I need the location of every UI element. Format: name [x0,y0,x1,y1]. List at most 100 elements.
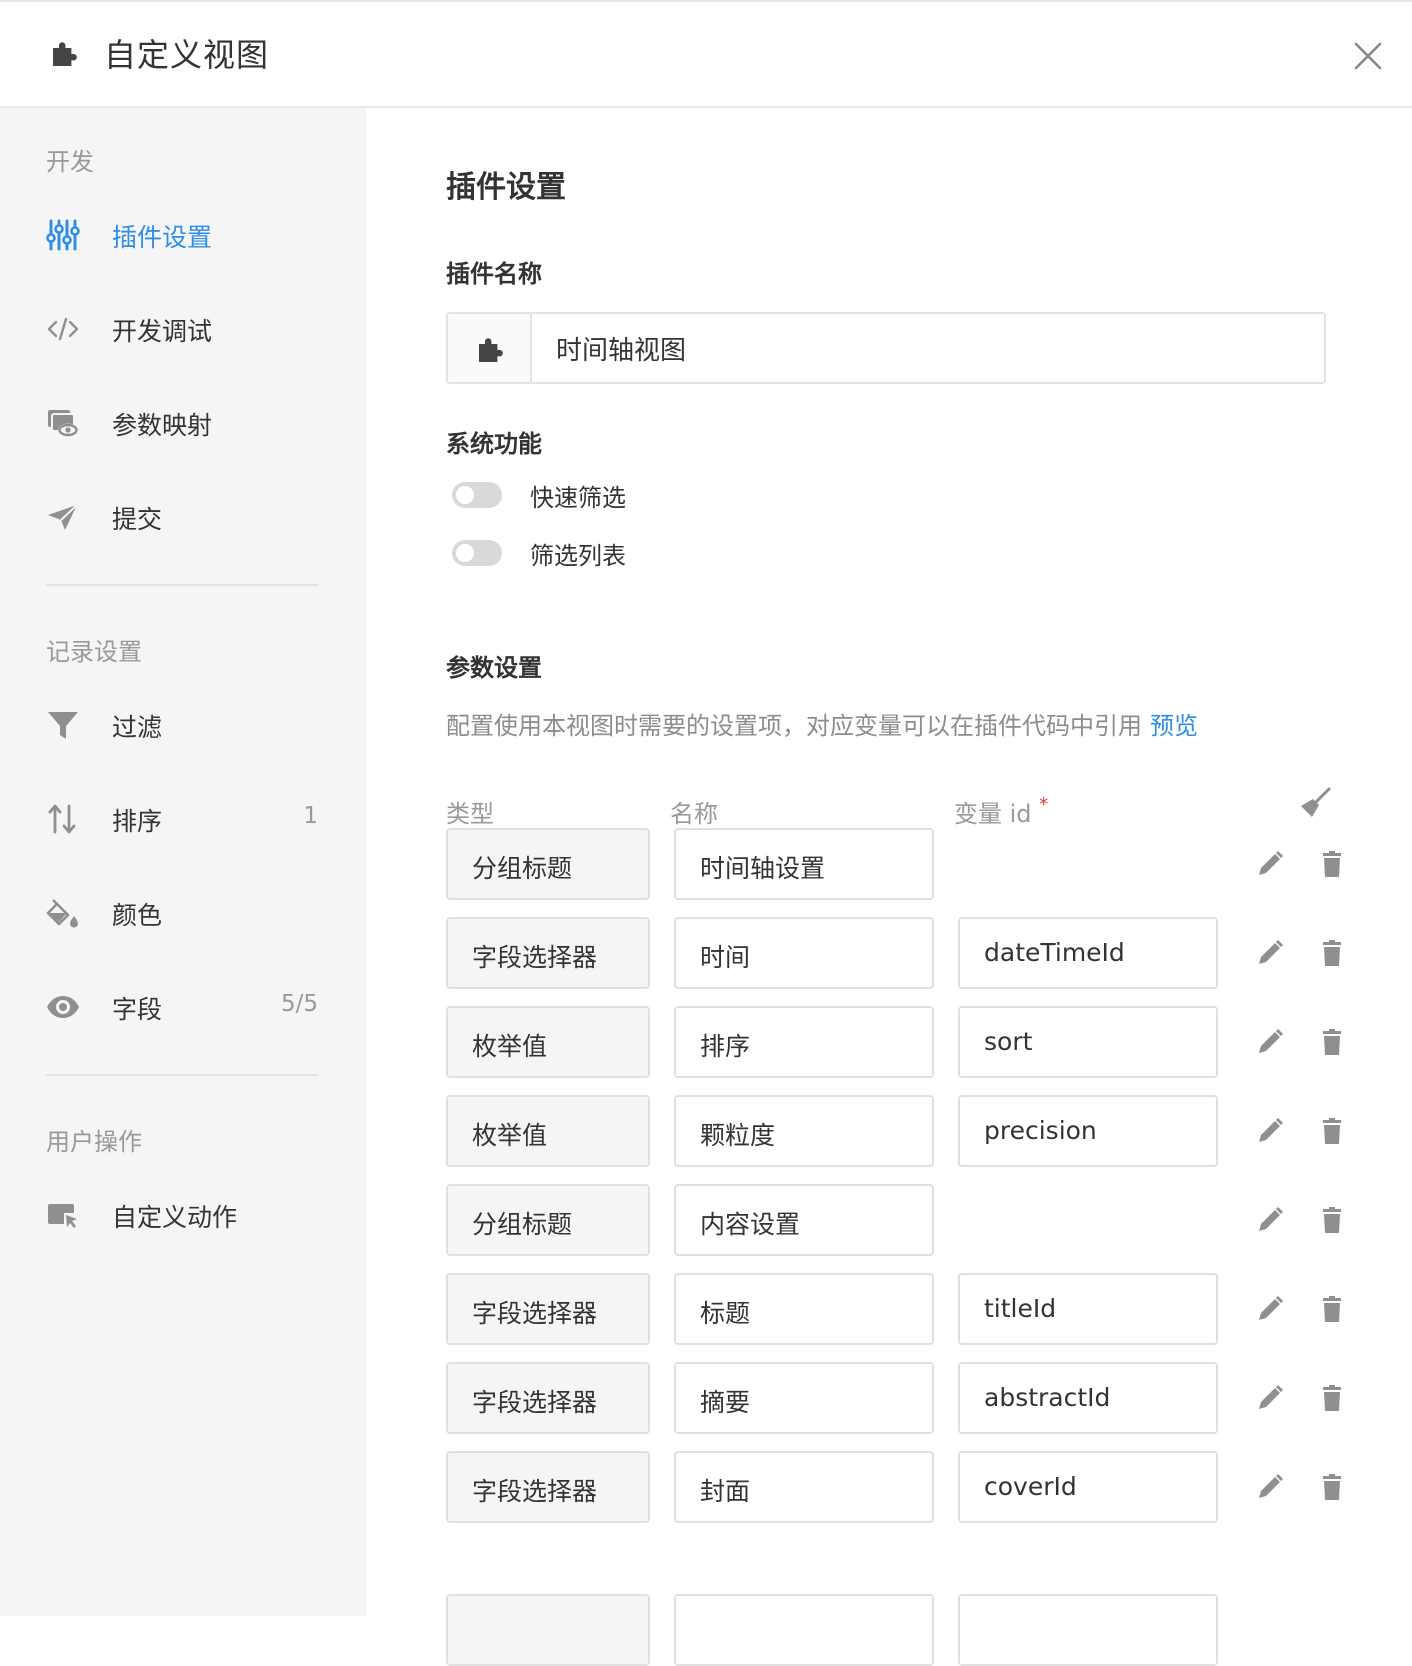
cursor-window-icon [48,1204,77,1228]
sidebar-item-dev-debug[interactable]: 开发调试 [0,298,366,358]
delete-icon[interactable] [1316,937,1348,969]
param-var-id-input[interactable] [958,1594,1218,1666]
section-title-dev: 开发 [46,148,94,176]
param-type-select[interactable]: 字段选择器 [446,1273,650,1345]
dialog-title: 自定义视图 [104,36,270,74]
sidebar-item-color[interactable]: 颜色 [0,882,366,942]
close-icon[interactable] [1352,40,1384,72]
param-name-input[interactable]: 时间轴设置 [674,828,934,900]
sidebar-divider [46,1074,318,1076]
plugin-icon-picker[interactable] [448,314,532,382]
delete-icon[interactable] [1316,1026,1348,1058]
column-header-name: 名称 [670,800,718,828]
puzzle-icon [479,338,503,362]
edit-icon[interactable] [1254,937,1286,969]
delete-icon[interactable] [1316,848,1348,880]
edit-icon[interactable] [1254,1026,1286,1058]
system-features-label: 系统功能 [446,430,542,458]
column-header-var-id: 变量 id * [954,794,1048,829]
param-name-input[interactable]: 封面 [674,1451,934,1523]
table-row: 分组标题 时间轴设置 [446,828,1346,900]
param-var-id-input[interactable]: titleId [958,1273,1218,1345]
param-type-select[interactable]: 字段选择器 [446,917,650,989]
column-header-type: 类型 [446,800,494,828]
param-type-select[interactable]: 字段选择器 [446,1362,650,1434]
paint-bucket-icon [46,899,78,928]
param-type-select[interactable]: 分组标题 [446,828,650,900]
sliders-icon [46,219,80,251]
toggle-switch[interactable] [452,482,502,508]
toggle-switch[interactable] [452,540,502,566]
param-settings-desc-text: 配置使用本视图时需要的设置项，对应变量可以在插件代码中引用 [446,712,1142,740]
param-type-select[interactable]: 枚举值 [446,1006,650,1078]
delete-icon[interactable] [1316,1293,1348,1325]
param-var-id-input[interactable]: sort [958,1006,1218,1078]
edit-icon[interactable] [1254,848,1286,880]
param-var-id-input[interactable]: precision [958,1095,1218,1167]
fields-count: 5/5 [280,991,318,1017]
param-var-id-input[interactable]: abstractId [958,1362,1218,1434]
sidebar-item-label: 字段 [112,995,163,1024]
param-name-input[interactable]: 标题 [674,1273,934,1345]
param-type-select[interactable]: 分组标题 [446,1184,650,1256]
edit-icon[interactable] [1254,1293,1286,1325]
table-row: 字段选择器 封面 coverId [446,1451,1346,1523]
sidebar: 开发 插件设置 开发调试 参数映射 提交 记录设置 过滤 排序 1 颜色 字段 … [0,108,366,1616]
sidebar-item-custom-action[interactable]: 自定义动作 [0,1184,366,1244]
edit-icon[interactable] [1254,1382,1286,1414]
toggle-label: 快速筛选 [530,484,626,512]
table-row: 字段选择器 摘要 abstractId [446,1362,1346,1434]
param-type-select[interactable] [446,1594,650,1666]
sidebar-item-label: 自定义动作 [112,1203,238,1232]
plugin-name-input[interactable] [534,314,1322,382]
param-name-input[interactable]: 颗粒度 [674,1095,934,1167]
delete-icon[interactable] [1316,1204,1348,1236]
eye-icon [47,996,79,1018]
sort-icon [48,804,76,834]
sidebar-item-fields[interactable]: 字段 5/5 [0,976,366,1036]
sidebar-item-param-mapping[interactable]: 参数映射 [0,392,366,452]
edit-icon[interactable] [1254,1204,1286,1236]
puzzle-icon [53,42,77,66]
sort-count: 1 [303,803,318,829]
section-title-records: 记录设置 [46,638,142,666]
table-row: 分组标题 内容设置 [446,1184,1346,1256]
param-name-input[interactable]: 排序 [674,1006,934,1078]
sidebar-item-plugin-settings[interactable]: 插件设置 [0,204,366,264]
required-mark: * [1039,794,1049,815]
table-row [446,1594,1346,1666]
sidebar-item-submit[interactable]: 提交 [0,486,366,546]
delete-icon[interactable] [1316,1382,1348,1414]
sidebar-item-filter[interactable]: 过滤 [0,694,366,754]
preview-link[interactable]: 预览 [1150,712,1198,740]
param-settings-description: 配置使用本视图时需要的设置项，对应变量可以在插件代码中引用 预览 [446,706,1198,741]
toggle-label: 筛选列表 [530,542,626,570]
sidebar-item-label: 开发调试 [112,317,213,346]
table-row: 字段选择器 时间 dateTimeId [446,917,1346,989]
send-icon [48,504,78,530]
section-title-user-actions: 用户操作 [46,1128,142,1156]
delete-icon[interactable] [1316,1471,1348,1503]
param-type-select[interactable]: 枚举值 [446,1095,650,1167]
sidebar-item-label: 颜色 [112,901,163,930]
broom-icon[interactable] [1298,786,1332,820]
edit-icon[interactable] [1254,1471,1286,1503]
param-var-id-input[interactable]: coverId [958,1451,1218,1523]
param-type-select[interactable]: 字段选择器 [446,1451,650,1523]
param-name-input[interactable]: 摘要 [674,1362,934,1434]
sidebar-divider [46,584,318,586]
param-name-input[interactable] [674,1594,934,1666]
sidebar-item-label: 插件设置 [112,223,213,252]
column-header-var-id-text: 变量 id [954,800,1032,828]
param-var-id-input[interactable]: dateTimeId [958,917,1218,989]
main-panel: 插件设置 插件名称 系统功能 快速筛选 筛选列表 参数设置 配置使用本视图时需要… [366,108,1412,1666]
sidebar-item-label: 提交 [112,505,163,534]
edit-icon[interactable] [1254,1115,1286,1147]
sidebar-item-label: 排序 [112,807,163,836]
sidebar-item-label: 参数映射 [112,411,213,440]
table-row: 枚举值 排序 sort [446,1006,1346,1078]
sidebar-item-sort[interactable]: 排序 1 [0,788,366,848]
delete-icon[interactable] [1316,1115,1348,1147]
param-name-input[interactable]: 内容设置 [674,1184,934,1256]
param-name-input[interactable]: 时间 [674,917,934,989]
